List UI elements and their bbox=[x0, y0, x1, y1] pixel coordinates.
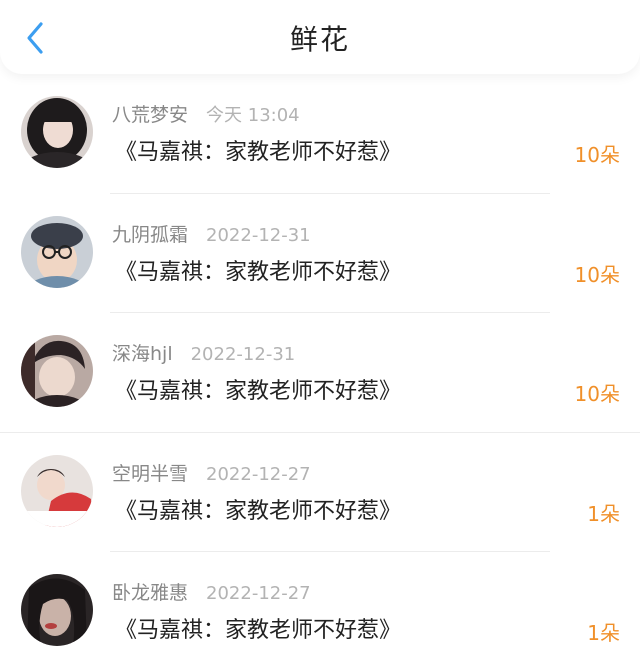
user-name: 八荒梦安 bbox=[112, 104, 189, 126]
list-item[interactable]: 深海hjl 2022-12-31 《马嘉祺：家教老师不好惹》 10朵 bbox=[0, 313, 640, 433]
top-nav-bar: 鲜花 bbox=[0, 0, 640, 74]
flower-count: 10朵 bbox=[574, 382, 620, 406]
list-item[interactable]: 空明半雪 2022-12-27 《马嘉祺：家教老师不好惹》 1朵 bbox=[0, 433, 640, 552]
timestamp: 今天 13:04 bbox=[206, 105, 300, 126]
avatar bbox=[21, 574, 93, 646]
list-item[interactable]: 八荒梦安 今天 13:04 《马嘉祺：家教老师不好惹》 10朵 bbox=[0, 74, 640, 194]
user-name: 卧龙雅惠 bbox=[112, 582, 189, 604]
flower-count: 1朵 bbox=[587, 501, 620, 526]
timestamp: 2022-12-27 bbox=[206, 463, 311, 485]
list-item[interactable]: 卧龙雅惠 2022-12-27 《马嘉祺：家教老师不好惹》 1朵 bbox=[0, 552, 640, 672]
flower-count: 10朵 bbox=[574, 143, 620, 167]
list-item[interactable]: 九阴孤霜 2022-12-31 《马嘉祺：家教老师不好惹》 10朵 bbox=[0, 194, 640, 313]
page-title: 鲜花 bbox=[289, 23, 350, 56]
user-name: 空明半雪 bbox=[112, 462, 189, 485]
avatar bbox=[21, 454, 93, 527]
avatar bbox=[21, 215, 93, 288]
timestamp: 2022-12-31 bbox=[190, 344, 296, 365]
flower-list: 八荒梦安 今天 13:04 《马嘉祺：家教老师不好惹》 10朵 九阴孤霜 202… bbox=[0, 74, 640, 672]
flower-count: 1朵 bbox=[587, 621, 620, 645]
timestamp: 2022-12-31 bbox=[206, 224, 311, 246]
book-title: 《马嘉祺：家教老师不好惹》 bbox=[115, 259, 402, 285]
timestamp: 2022-12-27 bbox=[206, 583, 311, 604]
flower-count: 10朵 bbox=[574, 262, 620, 287]
book-title: 《马嘉祺：家教老师不好惹》 bbox=[115, 498, 402, 524]
avatar bbox=[21, 335, 93, 407]
user-name: 九阴孤霜 bbox=[112, 223, 189, 246]
book-title: 《马嘉祺：家教老师不好惹》 bbox=[115, 140, 402, 165]
avatar bbox=[21, 96, 93, 168]
user-name: 深海hjl bbox=[112, 343, 173, 365]
book-title: 《马嘉祺：家教老师不好惹》 bbox=[115, 618, 402, 643]
book-title: 《马嘉祺：家教老师不好惹》 bbox=[115, 379, 402, 404]
